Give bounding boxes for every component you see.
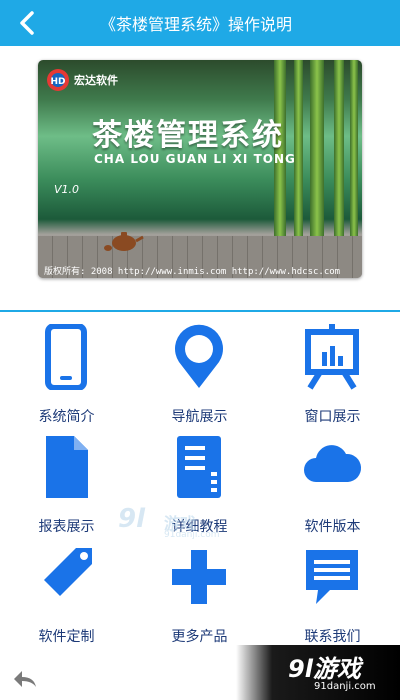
- watermark-mid-brand: 9l: [118, 504, 146, 534]
- cloud-icon: [304, 445, 362, 482]
- menu-label: 联系我们: [304, 629, 361, 645]
- tag-icon: [44, 548, 92, 596]
- notebook-icon: [177, 436, 221, 498]
- hd-logo-icon: HD: [47, 69, 69, 91]
- page-title: 《茶楼管理系统》操作说明: [100, 15, 293, 34]
- section-divider: [0, 310, 400, 312]
- svg-text:HD: HD: [50, 77, 65, 87]
- bamboo-stalk: [350, 60, 358, 250]
- location-pin-icon: [175, 324, 223, 388]
- watermark-brand: 9l游戏: [288, 655, 361, 683]
- menu-label: 系统简介: [38, 409, 95, 425]
- bamboo-stalk: [334, 60, 344, 250]
- message-icon: [306, 550, 358, 604]
- product-banner-image: HD 宏达软件 茶楼管理系统 CHA LOU GUAN LI XI TONG V…: [38, 60, 362, 278]
- menu-item-navigation[interactable]: 导航展示: [133, 318, 266, 428]
- bottom-bar: 9l游戏 91danji.com: [0, 645, 400, 700]
- app-header: 《茶楼管理系统》操作说明: [0, 0, 400, 46]
- watermark-url: 91danji.com: [314, 681, 376, 692]
- menu-item-reports[interactable]: 报表展示: [0, 428, 133, 538]
- brand-name: 宏达软件: [74, 74, 118, 87]
- banner-subtitle: CHA LOU GUAN LI XI TONG: [94, 152, 296, 166]
- menu-item-contact[interactable]: 联系我们: [266, 538, 399, 648]
- teapot-icon: [104, 232, 144, 251]
- banner-copyright: 版权所有: 2008 http://www.inmis.com http://w…: [44, 267, 341, 277]
- menu-item-intro[interactable]: 系统简介: [0, 318, 133, 428]
- presentation-board-icon: [305, 324, 359, 390]
- banner-title: 茶楼管理系统: [92, 118, 284, 153]
- watermark-overlay: 9l 游戏 91danji.com: [118, 496, 220, 546]
- bamboo-stalk: [310, 60, 324, 250]
- watermark-logo: 9l游戏 91danji.com: [236, 645, 400, 700]
- document-icon: [46, 436, 88, 498]
- menu-grid: 系统简介 导航展示 窗口展示 报表展示 详细教程 软件版本 软件定制 更多产品 …: [0, 318, 400, 648]
- menu-label: 软件版本: [304, 519, 361, 535]
- menu-label: 软件定制: [38, 629, 95, 645]
- menu-item-customize[interactable]: 软件定制: [0, 538, 133, 648]
- phone-icon: [45, 324, 87, 390]
- menu-label: 导航展示: [171, 409, 228, 425]
- menu-label: 更多产品: [171, 629, 228, 645]
- plus-icon: [172, 550, 226, 604]
- brand-block: HD 宏达软件: [46, 68, 118, 92]
- watermark-mid-url: 91danji.com: [164, 530, 220, 540]
- menu-item-version[interactable]: 软件版本: [266, 428, 399, 538]
- menu-label: 报表展示: [38, 519, 95, 535]
- menu-label: 窗口展示: [304, 409, 361, 425]
- menu-item-more-products[interactable]: 更多产品: [133, 538, 266, 648]
- back-chevron-icon[interactable]: [14, 9, 42, 37]
- back-arrow-icon[interactable]: [12, 667, 40, 691]
- banner-version: V1.0: [54, 183, 80, 196]
- menu-item-window[interactable]: 窗口展示: [266, 318, 399, 428]
- banner-section: HD 宏达软件 茶楼管理系统 CHA LOU GUAN LI XI TONG V…: [0, 46, 400, 311]
